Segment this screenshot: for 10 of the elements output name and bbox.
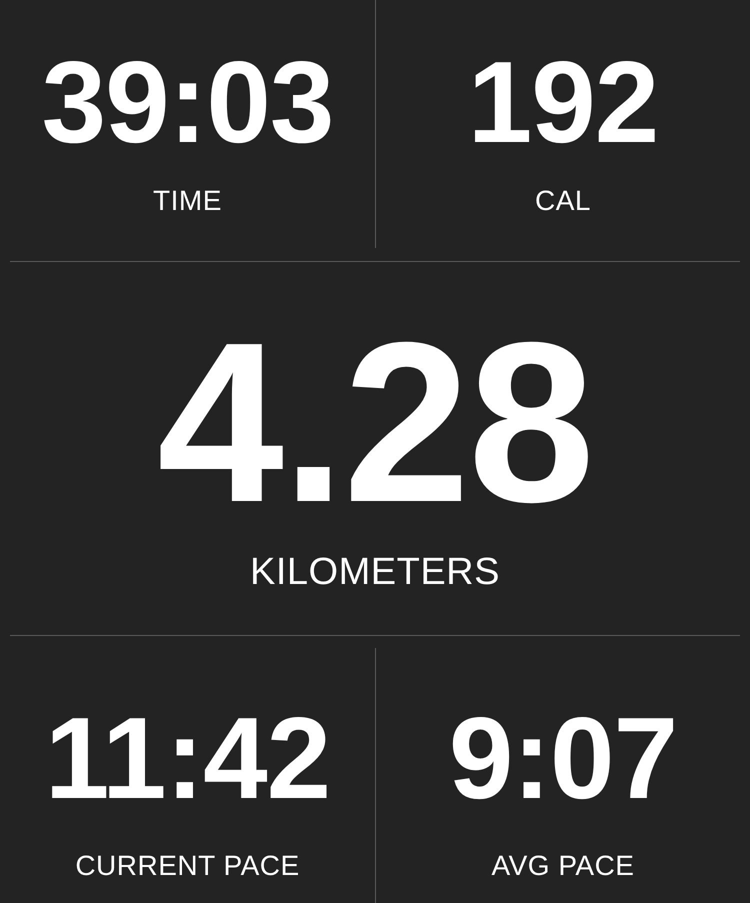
stat-label: CURRENT PACE xyxy=(75,852,300,880)
stat-label: AVG PACE xyxy=(491,852,634,880)
stat-label: CAL xyxy=(535,187,591,215)
stat-value: 192 xyxy=(468,44,658,160)
distance-value: 4.28 xyxy=(157,309,593,537)
distance-label: KILOMETERS xyxy=(250,553,500,591)
stat-value: 11:42 xyxy=(44,700,330,816)
stat-value: 9:07 xyxy=(448,700,678,816)
stat-value: 39:03 xyxy=(42,44,334,160)
stat-label: TIME xyxy=(153,187,222,215)
